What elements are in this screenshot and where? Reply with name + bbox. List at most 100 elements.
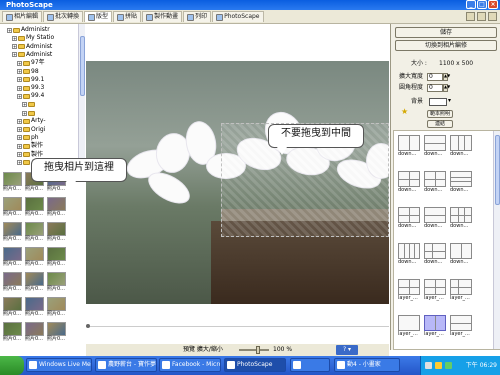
help-button[interactable]: ? ▾ [336,345,358,355]
photo-thumbnail[interactable]: 照片0... [3,247,24,270]
taskbar-button[interactable]: Windows Live Messen... [26,358,92,372]
template-option[interactable]: down... [424,243,448,265]
template-scrollbar[interactable] [493,131,500,349]
resize-handle-icon[interactable] [86,324,90,328]
tree-item[interactable]: + My Statio [12,34,54,42]
help-icon[interactable] [466,12,475,21]
photo-thumbnail[interactable]: 照片0... [47,297,68,320]
taskbar-button[interactable]: 農野薪台 - 寶作夢... [95,358,157,372]
info-icon[interactable] [488,12,497,21]
photo-thumbnail[interactable]: 照片0... [25,222,46,245]
template-scroll-thumb[interactable] [495,135,500,205]
template-guide-button[interactable]: 範本照明 [427,110,453,118]
photo-thumbnail[interactable]: 照片0... [47,222,68,245]
color-dropdown-icon[interactable]: ▾ [448,97,451,104]
network-icon[interactable] [425,362,432,369]
tab-5[interactable]: 列印 [183,11,212,22]
template-option[interactable]: layer_... [424,279,448,301]
photo-thumbnail[interactable]: 照片0... [3,272,24,295]
template-option[interactable]: down... [450,207,474,229]
template-option[interactable]: down... [398,207,422,229]
taskbar-button[interactable]: PhotoScape [224,358,286,372]
expand-icon[interactable]: + [22,102,27,108]
taskbar-button[interactable]: 動4 - 小畫家 [334,358,400,372]
expand-icon[interactable]: + [17,127,22,133]
tree-item[interactable]: + ph [17,134,39,142]
volume-icon[interactable] [435,362,442,369]
settings-icon[interactable] [477,12,486,21]
tab-3[interactable]: 拼貼 [113,11,142,22]
tree-item[interactable]: + Administ [12,43,52,51]
template-option[interactable]: down... [398,171,422,193]
photo-canvas[interactable] [86,61,389,304]
tab-4[interactable]: 製作動畫 [142,11,183,22]
tree-scroll-thumb[interactable] [80,36,85,96]
expand-icon[interactable]: + [12,44,17,50]
save-button[interactable]: 儲存 [395,27,497,38]
tree-item[interactable]: +98 [17,68,39,76]
photo-thumbnail[interactable]: 照片0... [47,322,68,345]
expand-icon[interactable]: + [17,160,22,166]
template-option[interactable]: down... [398,243,422,265]
expand-icon[interactable]: + [17,77,22,83]
template-option[interactable]: layer_... [450,315,474,337]
template-option[interactable]: down... [450,171,474,193]
tab-0[interactable]: 相片編輯 [2,11,43,22]
expand-icon[interactable]: + [22,110,27,116]
tree-item[interactable]: + Arty- [17,117,46,125]
photo-thumbnail[interactable]: 照片0... [47,272,68,295]
expand-icon[interactable]: + [17,143,22,149]
start-button[interactable] [0,356,24,375]
photo-thumbnail[interactable]: 照片0... [3,297,24,320]
tree-item[interactable]: + [22,109,36,117]
margin-input[interactable]: 0 [427,73,443,81]
template-option[interactable]: layer_... [398,315,422,337]
messenger-icon[interactable] [445,362,452,369]
template-option[interactable]: down... [424,207,448,229]
tree-item[interactable]: + Administ [12,51,52,59]
tree-item[interactable]: +99.3 [17,84,44,92]
template-option[interactable]: down... [398,135,422,157]
photo-thumbnail[interactable]: 照片0... [25,247,46,270]
template-option[interactable]: down... [450,243,474,265]
zoom-slider-knob[interactable] [256,346,260,354]
tree-item[interactable]: + Administr [7,26,50,34]
taskbar-button[interactable]: Facebook - Microsoft... [159,358,221,372]
tree-item[interactable]: +97年 [17,59,45,67]
tree-item[interactable]: +99.1 [17,76,44,84]
tab-6[interactable]: PhotoScape [212,11,264,22]
expand-icon[interactable]: + [17,85,22,91]
tab-1[interactable]: 批次轉換 [43,11,84,22]
photo-thumbnail[interactable]: 照片0... [25,297,46,320]
expand-icon[interactable]: + [17,93,22,99]
tree-scrollbar[interactable] [78,24,85,169]
expand-icon[interactable]: + [17,69,22,74]
expand-icon[interactable]: + [17,135,22,141]
expand-icon[interactable]: + [17,60,22,66]
template-option[interactable]: down... [424,135,448,157]
photo-thumbnail[interactable]: 照片0... [47,197,68,220]
expand-icon[interactable]: + [7,27,12,33]
tree-item[interactable]: + Origi [17,126,45,134]
expand-icon[interactable]: + [12,35,17,41]
photo-thumbnail[interactable]: 照片0... [25,197,46,220]
template-option[interactable]: layer_... [424,315,448,337]
photo-thumbnail[interactable]: 照片0... [3,172,24,195]
tree-item[interactable]: + 製作 [17,142,43,150]
round-corner-spinner[interactable]: ▲▼ [443,84,450,92]
background-color-picker[interactable] [429,98,447,106]
switch-to-editor-button[interactable]: 切換到相片編修 [395,40,497,51]
tree-item[interactable]: +99.4 [17,92,44,100]
margin-spinner[interactable]: ▲▼ [443,73,450,81]
photo-thumbnail[interactable]: 照片0... [47,247,68,270]
template-option[interactable]: down... [450,135,474,157]
expand-icon[interactable]: + [12,52,17,58]
close-button[interactable]: × [488,0,498,9]
photo-thumbnail[interactable]: 照片0... [3,222,24,245]
link-button[interactable]: 連結 [427,120,453,128]
maximize-button[interactable]: □ [477,0,487,9]
photo-thumbnail[interactable]: 照片0... [25,322,46,345]
template-option[interactable]: layer_... [398,279,422,301]
photo-thumbnail[interactable]: 照片0... [25,272,46,295]
zoom-slider[interactable] [239,349,269,351]
